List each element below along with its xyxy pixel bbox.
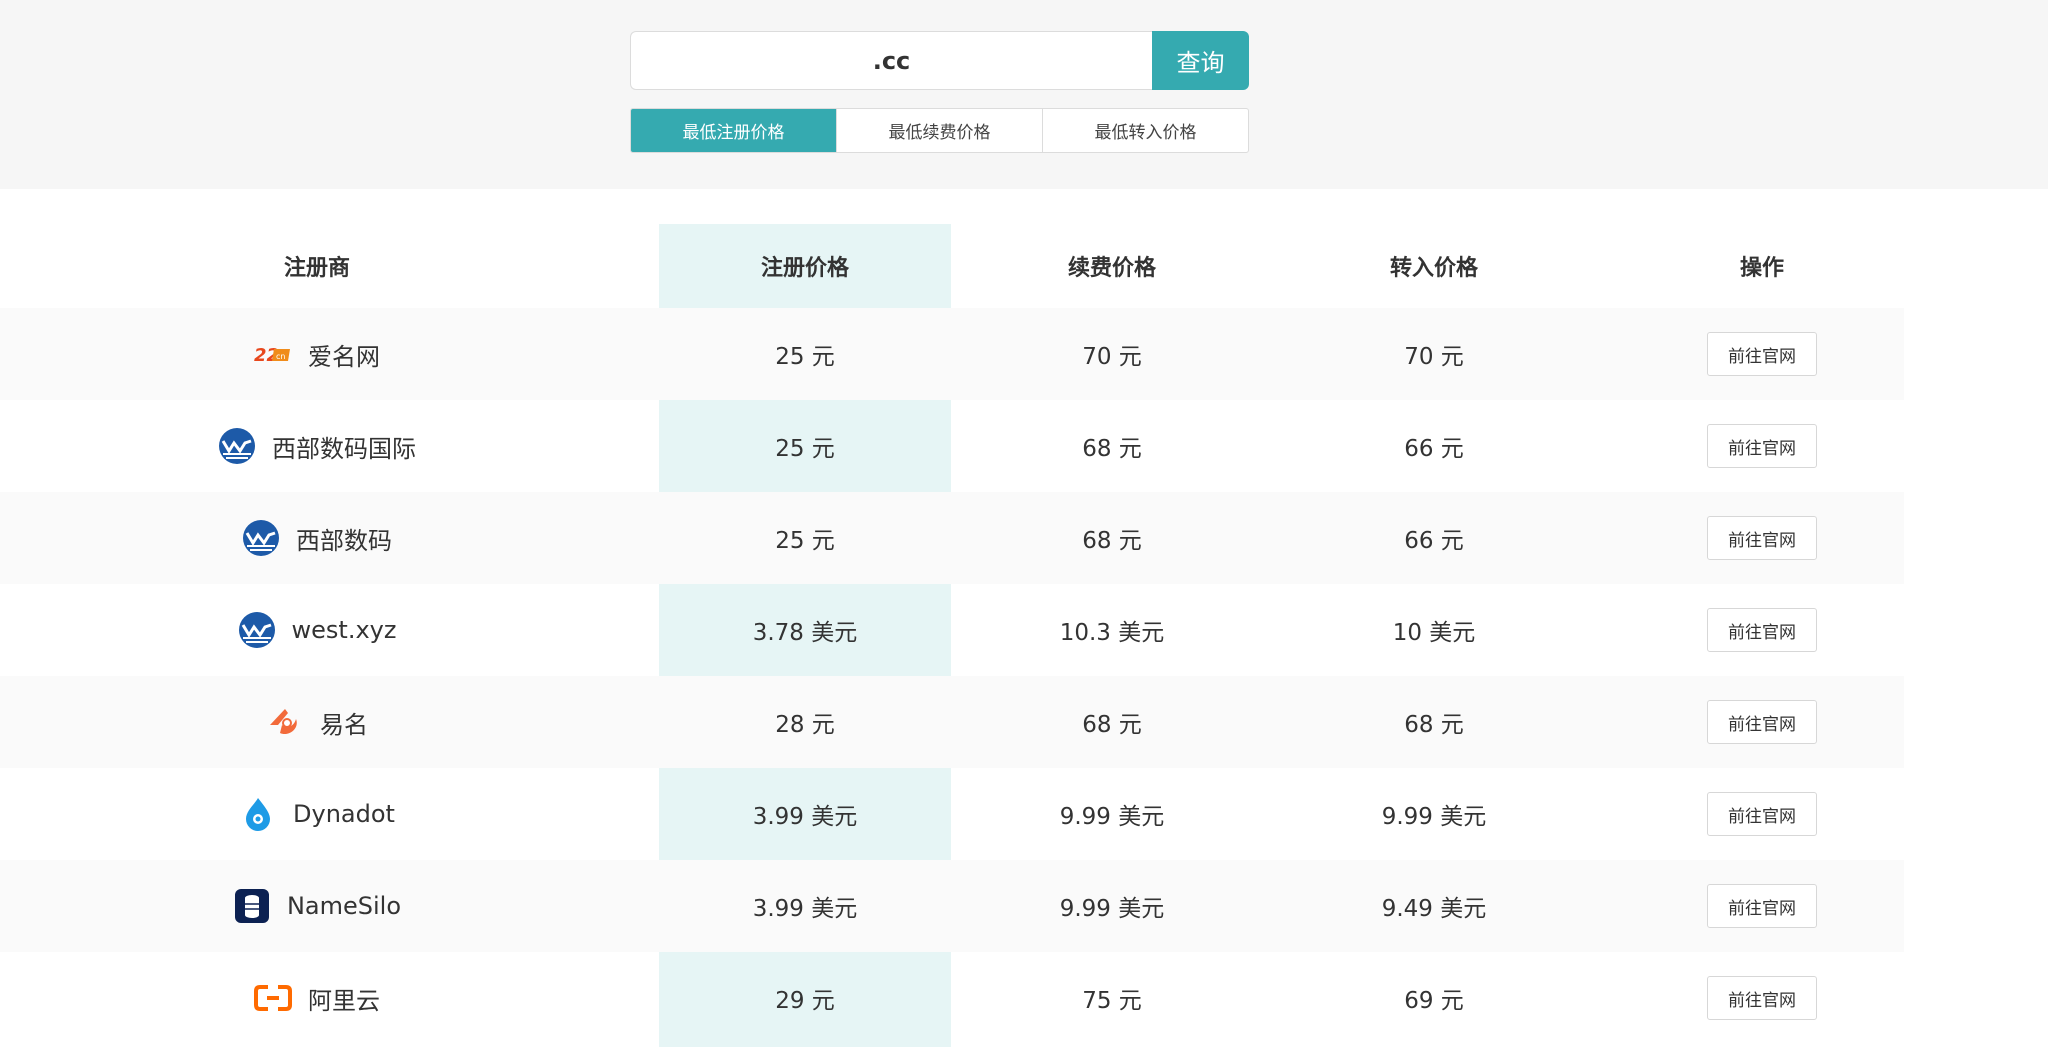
registrar-name: Dynadot — [293, 800, 395, 828]
table-row: 易名 28 元 68 元 68 元 前往官网 — [0, 676, 1904, 768]
header-registrar: 注册商 — [283, 256, 350, 281]
registrar-cell: NameSilo — [0, 887, 634, 925]
registrar: 22 cn 爱名网 — [254, 335, 380, 373]
registrar: Dynadot — [239, 795, 395, 833]
ename-logo — [266, 703, 304, 741]
registrar-name: 西部数码国际 — [272, 434, 416, 463]
header-register-price: 注册价格 — [760, 256, 849, 281]
table-row: 西部数码 25 元 68 元 66 元 前往官网 — [0, 492, 1904, 584]
visit-site-button[interactable]: 前往官网 — [1707, 792, 1817, 836]
aliyun-logo — [254, 979, 292, 1017]
renew-price: 68 元 — [1082, 528, 1142, 554]
transfer-price: 66 元 — [1404, 436, 1464, 462]
table-row: 阿里云 29 元 75 元 69 元 前往官网 — [0, 952, 1904, 1044]
dynadot-logo — [239, 795, 277, 833]
tab-lowest-transfer[interactable]: 最低转入价格 — [1043, 109, 1248, 152]
header-renew-price: 续费价格 — [1067, 256, 1156, 281]
registrar-cell: 易名 — [0, 703, 634, 741]
action-cell: 前往官网 — [1620, 332, 1904, 376]
price-table: 注册商 注册价格 续费价格 转入价格 操作 22 cn 爱名网 25 元 70 元 70 … — [0, 224, 1904, 1044]
visit-site-button[interactable]: 前往官网 — [1707, 332, 1817, 376]
header-action: 操作 — [1739, 256, 1784, 281]
table-row: Dynadot 3.99 美元 9.99 美元 9.99 美元 前往官网 — [0, 768, 1904, 860]
22cn-logo: 22 cn — [254, 335, 292, 373]
register-price: 29 元 — [775, 988, 835, 1014]
west-logo — [218, 427, 256, 465]
registrar-name: 爱名网 — [308, 342, 380, 371]
transfer-price: 66 元 — [1404, 528, 1464, 554]
register-price: 3.99 美元 — [752, 896, 858, 922]
registrar-cell: 西部数码 — [0, 519, 634, 557]
west-logo — [238, 611, 276, 649]
transfer-price: 10 美元 — [1392, 620, 1476, 646]
domain-search-input[interactable] — [630, 31, 1152, 90]
registrar: 西部数码国际 — [218, 427, 416, 465]
namesilo-logo — [233, 887, 271, 925]
table-body: 22 cn 爱名网 25 元 70 元 70 元前往官网 西部数码国际 25 元 68 元 66 … — [0, 308, 1904, 1044]
west-logo — [242, 519, 280, 557]
table-row: west.xyz 3.78 美元 10.3 美元 10 美元 前往官网 — [0, 584, 1904, 676]
register-price: 25 元 — [775, 436, 835, 462]
registrar-name: 西部数码 — [296, 526, 392, 555]
register-price: 25 元 — [775, 344, 835, 370]
renew-price: 68 元 — [1082, 712, 1142, 738]
table-row: NameSilo 3.99 美元 9.99 美元 9.49 美元 前往官网 — [0, 860, 1904, 952]
renew-price: 9.99 美元 — [1059, 804, 1165, 830]
search-bar: 查询 — [630, 31, 1249, 90]
registrar: 易名 — [266, 703, 368, 741]
renew-price: 10.3 美元 — [1059, 620, 1165, 646]
visit-site-button[interactable]: 前往官网 — [1707, 976, 1817, 1020]
registrar: 阿里云 — [254, 979, 380, 1017]
visit-site-button[interactable]: 前往官网 — [1707, 884, 1817, 928]
visit-site-button[interactable]: 前往官网 — [1707, 700, 1817, 744]
registrar-cell: 阿里云 — [0, 979, 634, 1017]
action-cell: 前往官网 — [1620, 424, 1904, 468]
action-cell: 前往官网 — [1620, 608, 1904, 652]
action-cell: 前往官网 — [1620, 516, 1904, 560]
sort-tabs: 最低注册价格 最低续费价格 最低转入价格 — [630, 108, 1249, 153]
action-cell: 前往官网 — [1620, 700, 1904, 744]
registrar-name: 易名 — [320, 710, 368, 739]
transfer-price: 69 元 — [1404, 988, 1464, 1014]
visit-site-button[interactable]: 前往官网 — [1707, 424, 1817, 468]
transfer-price: 9.99 美元 — [1381, 804, 1487, 830]
register-price: 28 元 — [775, 712, 835, 738]
tab-lowest-register[interactable]: 最低注册价格 — [631, 109, 837, 152]
registrar-name: 阿里云 — [308, 986, 380, 1015]
tab-lowest-renew[interactable]: 最低续费价格 — [837, 109, 1043, 152]
transfer-price: 68 元 — [1404, 712, 1464, 738]
table-row: 西部数码国际 25 元 68 元 66 元 前往官网 — [0, 400, 1904, 492]
search-button[interactable]: 查询 — [1152, 31, 1249, 90]
svg-text:cn: cn — [276, 352, 285, 361]
register-price: 3.99 美元 — [752, 804, 858, 830]
registrar-name: NameSilo — [286, 892, 402, 920]
renew-price: 9.99 美元 — [1059, 896, 1165, 922]
visit-site-button[interactable]: 前往官网 — [1707, 608, 1817, 652]
renew-price: 75 元 — [1082, 988, 1142, 1014]
action-cell: 前往官网 — [1620, 976, 1904, 1020]
registrar: NameSilo — [233, 887, 401, 925]
renew-price: 70 元 — [1082, 344, 1142, 370]
registrar-name: west.xyz — [291, 616, 397, 644]
register-price: 3.78 美元 — [752, 620, 858, 646]
registrar-cell: 22 cn 爱名网 — [0, 335, 634, 373]
action-cell: 前往官网 — [1620, 884, 1904, 928]
registrar: 西部数码 — [242, 519, 392, 557]
registrar-cell: Dynadot — [0, 795, 634, 833]
table-header: 注册商 注册价格 续费价格 转入价格 操作 — [0, 224, 1904, 308]
table-row: 22 cn 爱名网 25 元 70 元 70 元 前往官网 — [0, 308, 1904, 400]
action-cell: 前往官网 — [1620, 792, 1904, 836]
registrar-cell: 西部数码国际 — [0, 427, 634, 465]
registrar: west.xyz — [238, 611, 397, 649]
visit-site-button[interactable]: 前往官网 — [1707, 516, 1817, 560]
search-panel: 查询 最低注册价格 最低续费价格 最低转入价格 — [0, 0, 2048, 189]
registrar-cell: west.xyz — [0, 611, 634, 649]
renew-price: 68 元 — [1082, 436, 1142, 462]
header-transfer-price: 转入价格 — [1389, 256, 1478, 281]
register-price: 25 元 — [775, 528, 835, 554]
transfer-price: 70 元 — [1404, 344, 1464, 370]
transfer-price: 9.49 美元 — [1381, 896, 1487, 922]
